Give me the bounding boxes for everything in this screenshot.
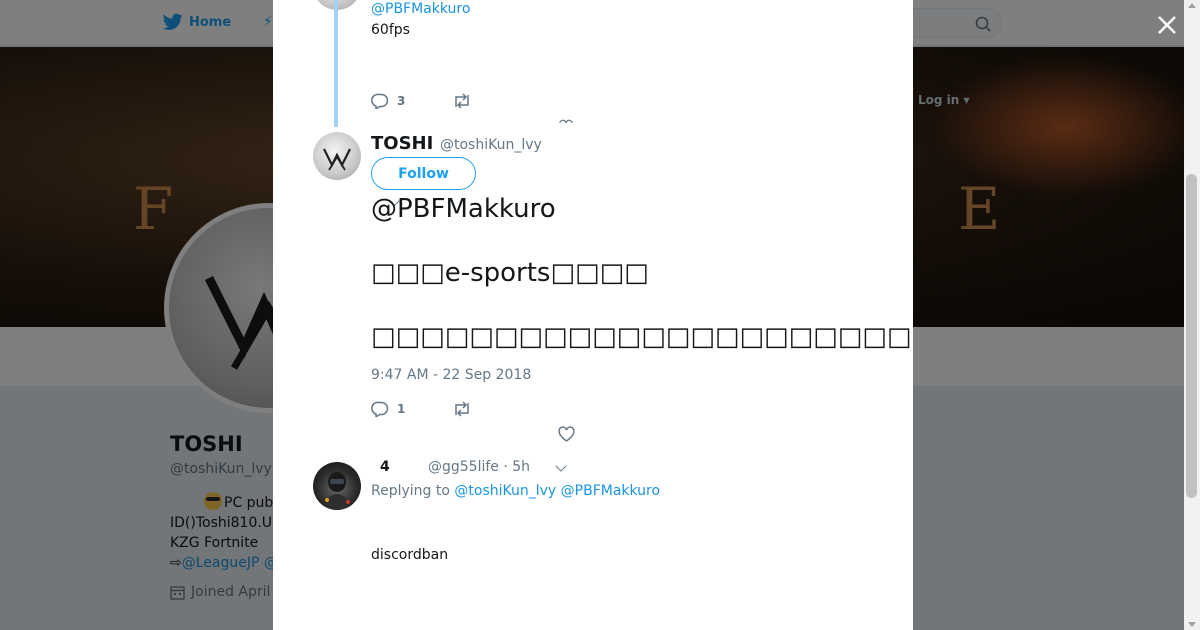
like-icon	[558, 426, 575, 442]
reply-count: 1	[397, 402, 406, 416]
replying-to: Replying to @toshiKun_lvy @PBFMakkuro	[371, 483, 660, 499]
tweet-mention-link[interactable]: @PBFMakkuro	[371, 194, 556, 224]
scroll-up-arrow-icon[interactable]	[1188, 3, 1196, 8]
avatar[interactable]	[313, 462, 361, 510]
close-icon[interactable]	[1155, 13, 1179, 37]
like-button[interactable]	[559, 118, 573, 123]
retweet-icon	[455, 401, 469, 417]
reply-icon	[371, 401, 389, 417]
avatar-logo-icon	[323, 148, 351, 171]
tweet-text: 60fps	[371, 22, 410, 38]
reply-icon	[371, 93, 389, 109]
reply-author-meta[interactable]: @gg55life · 5h	[428, 459, 530, 475]
follow-button[interactable]: Follow	[371, 157, 476, 190]
page-scrollbar[interactable]	[1184, 0, 1200, 630]
thread-connector	[334, 0, 338, 127]
tweet-text: discordban	[371, 547, 449, 563]
helmet-avatar-icon	[323, 472, 351, 510]
reply-count: 3	[397, 94, 406, 108]
tweet-permalink-modal: @PBFMakkuro 60fps 3 TOSHI @toshiKun_lvy …	[273, 0, 913, 630]
retweet-icon	[455, 93, 469, 109]
reply-button[interactable]: 1	[371, 401, 405, 417]
reply-author-name[interactable]: 4	[380, 459, 390, 475]
chevron-down-icon[interactable]	[555, 460, 567, 472]
tweet-text-line: □□□□□□□□□□□□□□□□□□□□□□□□□□□e-sports□□□□□…	[371, 322, 913, 352]
tweet-timestamp[interactable]: 9:47 AM - 22 Sep 2018	[371, 367, 531, 383]
mention-link[interactable]: @PBFMakkuro	[371, 1, 470, 17]
avatar[interactable]	[313, 132, 361, 180]
like-button[interactable]	[558, 426, 575, 442]
like-icon	[559, 119, 573, 123]
reply-button[interactable]: 3	[371, 93, 405, 109]
author-name[interactable]: TOSHI	[371, 133, 433, 154]
retweet-button[interactable]	[452, 93, 472, 109]
scroll-down-arrow-icon[interactable]	[1188, 622, 1196, 627]
retweet-button[interactable]	[452, 401, 472, 417]
tweet-text-line: □□□e-sports□□□□	[371, 258, 649, 288]
author-handle[interactable]: @toshiKun_lvy	[440, 137, 542, 153]
scrollbar-thumb[interactable]	[1186, 174, 1197, 498]
replying-to-label: Replying to	[371, 483, 450, 499]
replying-to-links[interactable]: @toshiKun_lvy @PBFMakkuro	[454, 483, 660, 499]
